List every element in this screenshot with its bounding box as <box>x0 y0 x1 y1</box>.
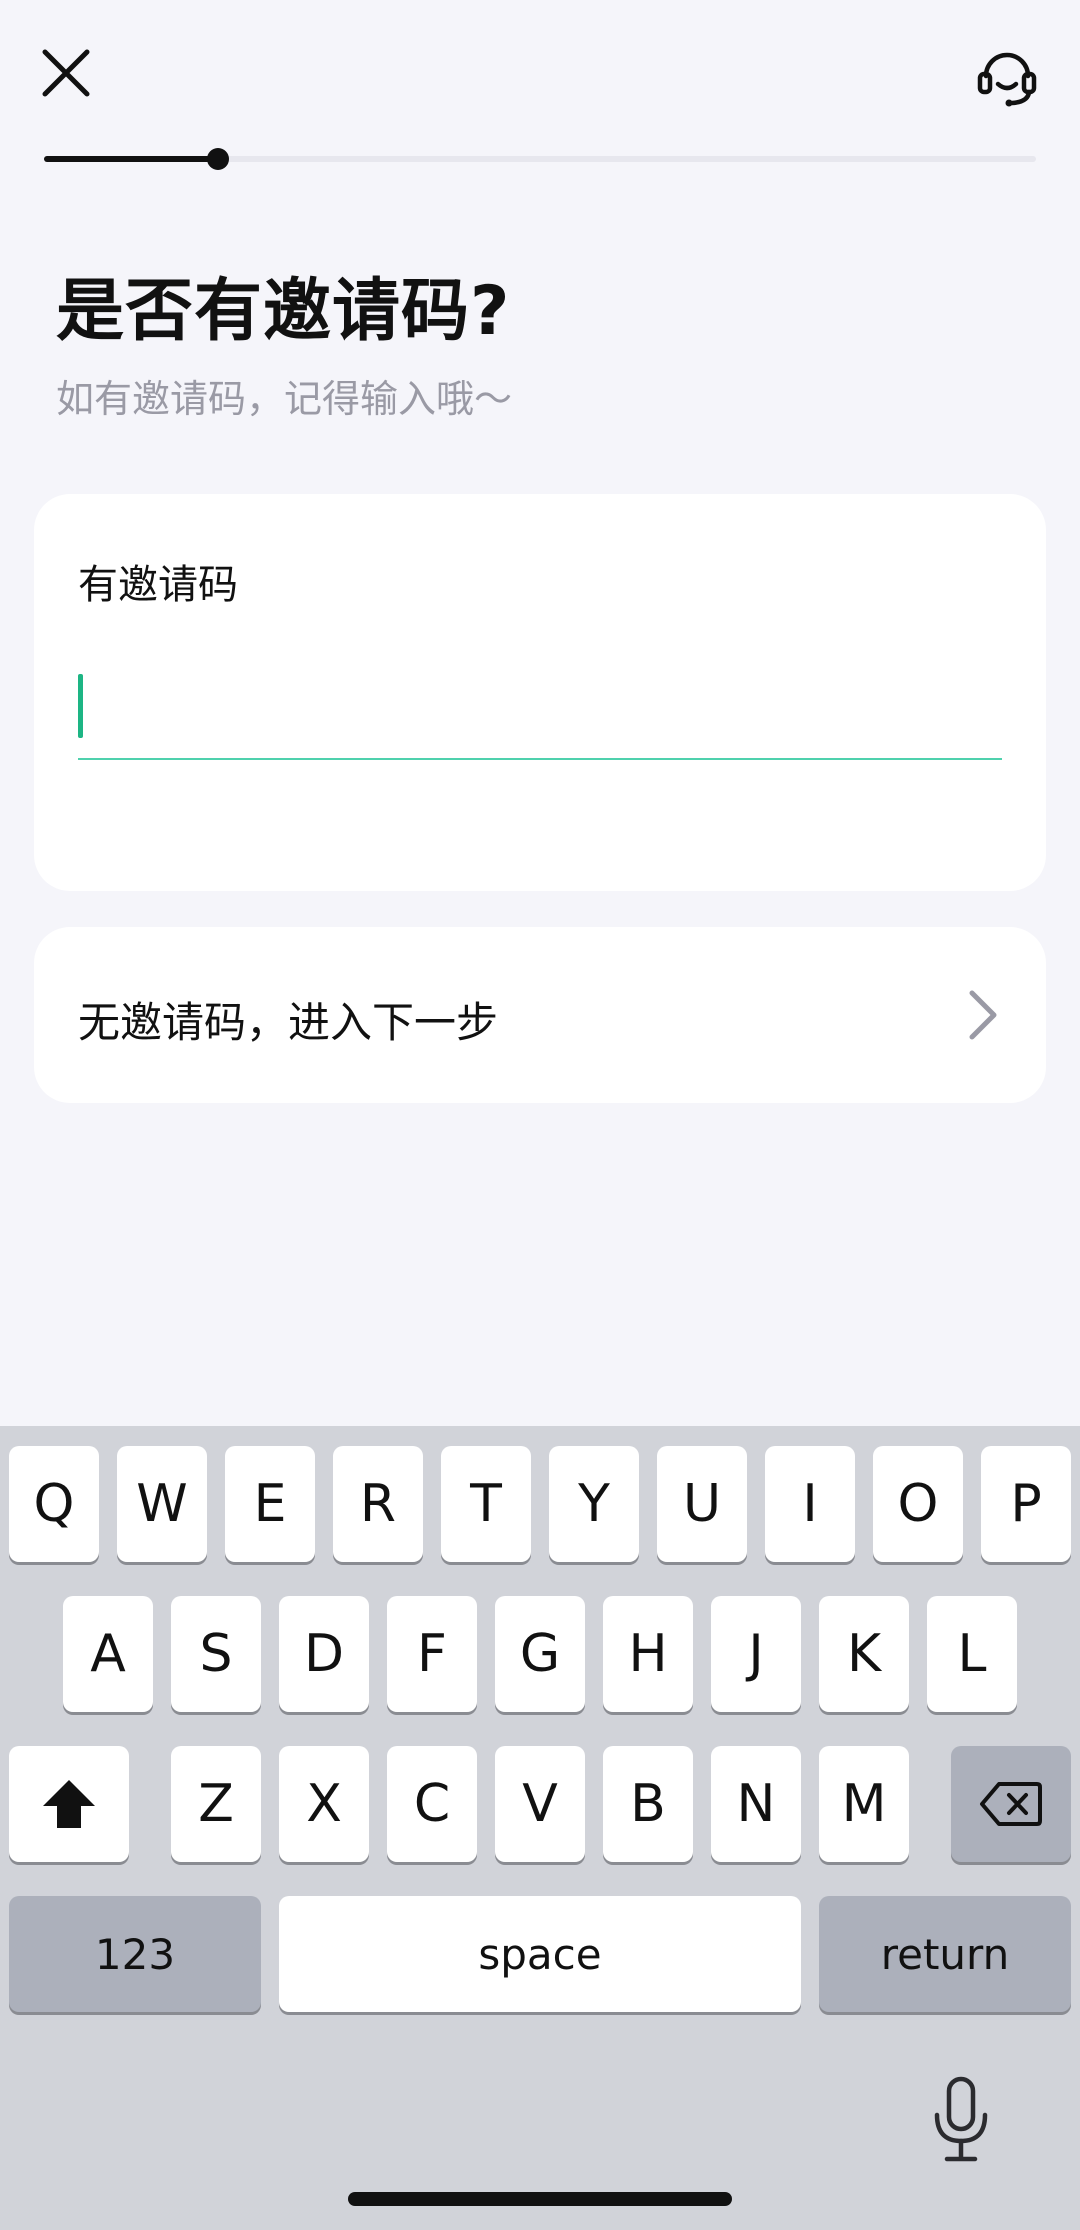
key-h[interactable]: H <box>603 1596 693 1712</box>
skip-invite-code-label: 无邀请码，进入下一步 <box>78 998 499 1047</box>
key-x[interactable]: X <box>279 1746 369 1862</box>
key-v[interactable]: V <box>495 1746 585 1862</box>
return-key[interactable]: return <box>819 1896 1071 2012</box>
chevron-right-icon <box>969 990 997 1040</box>
key-c[interactable]: C <box>387 1746 477 1862</box>
key-l[interactable]: L <box>927 1596 1017 1712</box>
numbers-key[interactable]: 123 <box>9 1896 261 2012</box>
key-s[interactable]: S <box>171 1596 261 1712</box>
skip-invite-code-button[interactable]: 无邀请码，进入下一步 <box>34 927 1046 1103</box>
space-key[interactable]: space <box>279 1896 801 2012</box>
progress-fill <box>44 156 218 162</box>
delete-key[interactable] <box>951 1746 1071 1862</box>
headset-icon <box>977 52 1037 107</box>
key-b[interactable]: B <box>603 1746 693 1862</box>
key-u[interactable]: U <box>657 1446 747 1562</box>
progress-bar <box>44 148 1036 170</box>
close-icon <box>42 49 90 97</box>
key-g[interactable]: G <box>495 1596 585 1712</box>
microphone-icon <box>934 2076 988 2162</box>
key-a[interactable]: A <box>63 1596 153 1712</box>
key-q[interactable]: Q <box>9 1446 99 1562</box>
key-k[interactable]: K <box>819 1596 909 1712</box>
key-f[interactable]: F <box>387 1596 477 1712</box>
invite-code-label: 有邀请码 <box>78 562 238 608</box>
key-i[interactable]: I <box>765 1446 855 1562</box>
page-title: 是否有邀请码? <box>56 272 511 351</box>
shift-key[interactable] <box>9 1746 129 1862</box>
key-t[interactable]: T <box>441 1446 531 1562</box>
key-e[interactable]: E <box>225 1446 315 1562</box>
key-d[interactable]: D <box>279 1596 369 1712</box>
customer-support-button[interactable] <box>975 45 1039 109</box>
dictation-button[interactable] <box>925 2070 997 2170</box>
invite-code-input[interactable] <box>78 664 1002 758</box>
key-o[interactable]: O <box>873 1446 963 1562</box>
close-button[interactable] <box>38 45 94 101</box>
key-r[interactable]: R <box>333 1446 423 1562</box>
shift-icon <box>43 1780 95 1828</box>
onscreen-keyboard: Q W E R T Y U I O P A S D F G H J K L Z … <box>0 1426 1080 2230</box>
key-w[interactable]: W <box>117 1446 207 1562</box>
key-n[interactable]: N <box>711 1746 801 1862</box>
key-y[interactable]: Y <box>549 1446 639 1562</box>
progress-knob <box>206 148 229 170</box>
invite-code-field[interactable] <box>78 664 1002 760</box>
home-indicator <box>348 2192 732 2206</box>
page-subtitle: 如有邀请码，记得输入哦～ <box>56 377 513 421</box>
key-p[interactable]: P <box>981 1446 1071 1562</box>
key-j[interactable]: J <box>711 1596 801 1712</box>
invite-code-card: 有邀请码 <box>34 494 1046 891</box>
backspace-icon <box>980 1782 1042 1826</box>
key-m[interactable]: M <box>819 1746 909 1862</box>
key-z[interactable]: Z <box>171 1746 261 1862</box>
